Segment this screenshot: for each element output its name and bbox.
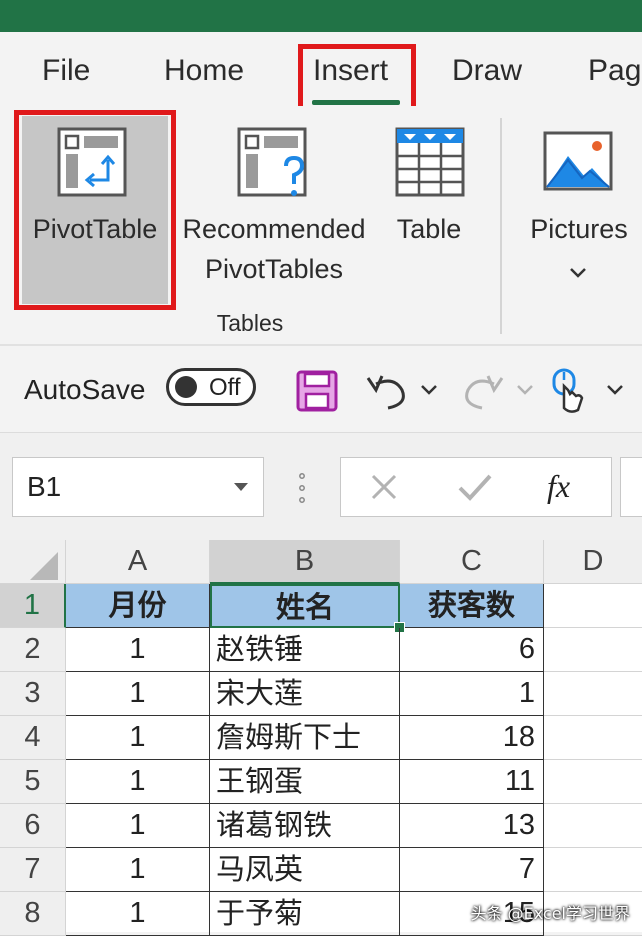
name-box-dropdown-icon[interactable] xyxy=(233,482,249,492)
cell-month[interactable]: 1 xyxy=(66,892,210,936)
table-button[interactable]: Table xyxy=(380,116,478,304)
cell-name[interactable]: 诸葛钢铁 xyxy=(210,804,400,848)
row-header[interactable]: 1 xyxy=(0,584,66,628)
cell-month[interactable]: 1 xyxy=(66,804,210,848)
cell-customer-count[interactable]: 18 xyxy=(400,716,544,760)
table-label: Table xyxy=(396,214,462,244)
cell-empty[interactable] xyxy=(544,804,642,848)
select-all-triangle-icon xyxy=(30,552,58,580)
formula-buttons: fx xyxy=(340,457,612,517)
redo-dropdown-chevron-icon xyxy=(517,385,533,395)
save-icon[interactable] xyxy=(296,370,338,412)
row-header[interactable]: 7 xyxy=(0,848,66,892)
tab-home[interactable]: Home xyxy=(164,54,244,88)
pictures-icon xyxy=(543,131,613,191)
pictures-button[interactable]: Pictures xyxy=(516,116,642,304)
formula-input[interactable] xyxy=(620,457,642,517)
column-header-b[interactable]: B xyxy=(210,540,400,584)
select-all-corner[interactable] xyxy=(0,540,66,584)
recommended-pivottables-icon xyxy=(237,127,307,197)
worksheet-grid: A B C D 1 月份 姓名 获客数 2 1 赵铁锤 6 3 1 宋大莲 1 4 1 詹姆斯下士 1… xyxy=(0,540,642,936)
tab-draw[interactable]: Draw xyxy=(452,54,522,88)
cell-name[interactable]: 王钢蛋 xyxy=(210,760,400,804)
pictures-label: Pictures xyxy=(530,214,628,244)
cell-a1[interactable]: 月份 xyxy=(66,584,210,628)
cell-name[interactable]: 赵铁锤 xyxy=(210,628,400,672)
cell-month[interactable]: 1 xyxy=(66,672,210,716)
tab-file[interactable]: File xyxy=(42,54,90,88)
cell-empty[interactable] xyxy=(544,716,642,760)
cell-empty[interactable] xyxy=(544,760,642,804)
recommended-pivottables-button[interactable]: Recommended PivotTables xyxy=(172,116,376,304)
recommended-label-line2: PivotTables xyxy=(204,254,344,284)
column-header-a[interactable]: A xyxy=(66,540,210,584)
ribbon-group-separator xyxy=(500,118,502,334)
cell-empty[interactable] xyxy=(544,672,642,716)
row-header[interactable]: 5 xyxy=(0,760,66,804)
customize-qat-chevron-icon[interactable] xyxy=(606,384,624,396)
cell-customer-count[interactable]: 11 xyxy=(400,760,544,804)
autosave-toggle[interactable]: Off xyxy=(166,368,256,406)
cell-customer-count[interactable]: 1 xyxy=(400,672,544,716)
row-header[interactable]: 6 xyxy=(0,804,66,848)
autosave-label: AutoSave xyxy=(24,374,146,405)
insert-function-fx[interactable]: fx xyxy=(547,468,570,505)
cell-name[interactable]: 宋大莲 xyxy=(210,672,400,716)
row-header[interactable]: 2 xyxy=(0,628,66,672)
row-header[interactable]: 8 xyxy=(0,892,66,936)
cell-empty[interactable] xyxy=(544,848,642,892)
enter-check-icon[interactable] xyxy=(457,472,493,502)
title-bar xyxy=(0,0,642,32)
formula-bar-area: B1 fx xyxy=(0,432,642,541)
table-icon xyxy=(395,127,465,197)
cell-name[interactable]: 马凤英 xyxy=(210,848,400,892)
name-box[interactable]: B1 xyxy=(12,457,264,517)
cell-customer-count[interactable]: 13 xyxy=(400,804,544,848)
cell-name[interactable]: 詹姆斯下士 xyxy=(210,716,400,760)
ribbon: PivotTable Recommended PivotTables Table xyxy=(0,106,642,344)
cell-c1[interactable]: 获客数 xyxy=(400,584,544,628)
row-header[interactable]: 3 xyxy=(0,672,66,716)
undo-icon[interactable] xyxy=(364,370,410,412)
cell-month[interactable]: 1 xyxy=(66,716,210,760)
undo-dropdown-chevron-icon[interactable] xyxy=(420,384,438,396)
cell-empty[interactable] xyxy=(544,628,642,672)
cell-month[interactable]: 1 xyxy=(66,628,210,672)
pivottable-highlight-box xyxy=(14,110,176,310)
row-header[interactable]: 4 xyxy=(0,716,66,760)
quick-access-toolbar: AutoSave Off xyxy=(0,344,642,432)
chevron-down-icon xyxy=(570,268,586,278)
touch-mouse-mode-icon[interactable] xyxy=(550,368,586,416)
formula-bar-resize-handle-icon[interactable] xyxy=(296,471,308,505)
cell-b1-selected[interactable]: 姓名 xyxy=(210,584,400,628)
column-header-d[interactable]: D xyxy=(544,540,642,584)
name-box-value: B1 xyxy=(27,471,62,502)
tables-group-label: Tables xyxy=(216,310,284,336)
watermark-text: 头条 @Excel学习世界 xyxy=(470,904,630,923)
cell-month[interactable]: 1 xyxy=(66,848,210,892)
toggle-knob xyxy=(175,376,197,398)
tab-page-layout[interactable]: Pag xyxy=(588,54,641,88)
cancel-icon[interactable] xyxy=(369,472,399,502)
cell-customer-count[interactable]: 6 xyxy=(400,628,544,672)
redo-icon xyxy=(465,375,504,410)
column-header-c[interactable]: C xyxy=(400,540,544,584)
cell-name[interactable]: 于予菊 xyxy=(210,892,400,936)
cell-month[interactable]: 1 xyxy=(66,760,210,804)
cell-d1[interactable] xyxy=(544,584,642,628)
recommended-label-line1: Recommended xyxy=(182,214,366,244)
toggle-state-label: Off xyxy=(209,374,241,401)
cell-customer-count[interactable]: 7 xyxy=(400,848,544,892)
